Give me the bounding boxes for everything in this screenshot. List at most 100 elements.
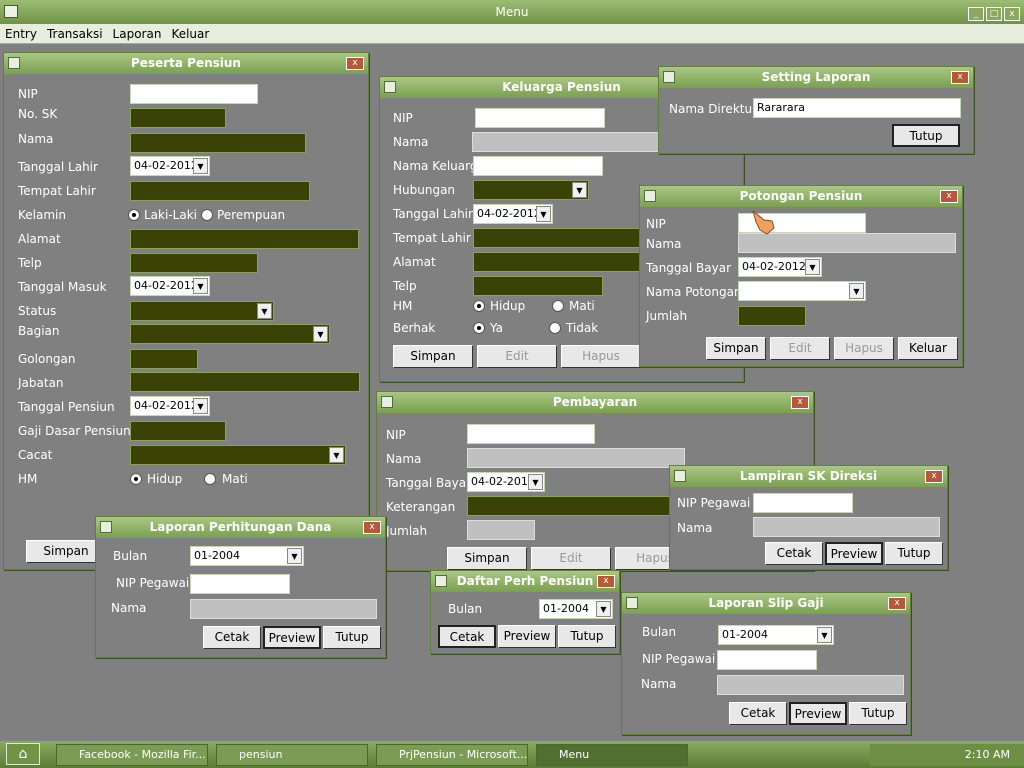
edit-button[interactable]: Edit (477, 345, 557, 368)
bulan-select[interactable]: 01-2004 ▼ (718, 625, 834, 645)
radio-ya[interactable] (473, 322, 485, 334)
chevron-down-icon[interactable]: ▼ (193, 278, 208, 294)
chevron-down-icon[interactable]: ▼ (817, 627, 832, 643)
tanggal-lahir-picker[interactable]: 04-02-2012 ▼ (130, 156, 210, 176)
tutup-button[interactable]: Tutup (885, 542, 943, 565)
chevron-down-icon[interactable]: ▼ (287, 548, 302, 564)
taskbar-item-pensiun[interactable]: pensiun (216, 744, 368, 766)
close-icon[interactable]: x (925, 470, 943, 483)
bagian-select[interactable]: ▼ (130, 324, 330, 344)
tempat-lahir-field[interactable] (130, 181, 310, 201)
chevron-down-icon[interactable]: ▼ (528, 474, 543, 490)
chevron-down-icon[interactable]: ▼ (849, 283, 864, 299)
alamat-field[interactable] (473, 252, 643, 272)
chevron-down-icon[interactable]: ▼ (313, 326, 328, 342)
golongan-field[interactable] (130, 349, 198, 369)
close-icon[interactable]: x (940, 190, 958, 203)
chevron-down-icon[interactable]: ▼ (536, 206, 551, 222)
no-sk-field[interactable] (130, 108, 226, 128)
radio-perempuan[interactable] (201, 209, 213, 221)
close-icon[interactable]: x (791, 396, 809, 409)
nip-pegawai-field[interactable] (753, 493, 853, 513)
telp-field[interactable] (473, 276, 603, 296)
close-icon[interactable]: x (951, 71, 969, 84)
simpan-button[interactable]: Simpan (706, 337, 766, 360)
radio-mati[interactable] (552, 300, 564, 312)
chevron-down-icon[interactable]: ▼ (193, 398, 208, 414)
menu-laporan[interactable]: Laporan (108, 24, 167, 44)
close-icon[interactable]: x (888, 597, 906, 610)
hapus-button[interactable]: Hapus (561, 345, 641, 368)
jabatan-field[interactable] (130, 372, 360, 392)
tutup-button[interactable]: Tutup (849, 702, 907, 725)
simpan-button[interactable]: Simpan (447, 547, 527, 570)
alamat-field[interactable] (130, 229, 359, 249)
close-icon[interactable]: x (363, 521, 381, 534)
close-icon[interactable]: x (597, 575, 615, 588)
close-icon[interactable]: x (1004, 7, 1020, 21)
maximize-icon[interactable]: □ (986, 7, 1002, 21)
tempat-lahir-field[interactable] (473, 228, 643, 248)
chevron-down-icon[interactable]: ▼ (329, 447, 344, 463)
simpan-button[interactable]: Simpan (393, 345, 473, 368)
tanggal-bayar-picker[interactable]: 04-02-2012 ▼ (467, 472, 545, 492)
nama-field[interactable] (130, 133, 306, 153)
tutup-button[interactable]: Tutup (892, 124, 960, 147)
keluar-button[interactable]: Keluar (898, 337, 958, 360)
status-select[interactable]: ▼ (130, 301, 274, 321)
cetak-button[interactable]: Cetak (203, 626, 261, 649)
keterangan-field[interactable] (467, 496, 677, 516)
preview-button[interactable]: Preview (789, 702, 847, 725)
cacat-select[interactable]: ▼ (130, 445, 346, 465)
nip-field[interactable] (467, 424, 595, 444)
tanggal-masuk-picker[interactable]: 04-02-2012 ▼ (130, 276, 210, 296)
preview-button[interactable]: Preview (263, 626, 321, 649)
radio-hidup[interactable] (130, 473, 142, 485)
hapus-button[interactable]: Hapus (834, 337, 894, 360)
edit-button[interactable]: Edit (770, 337, 830, 360)
nama-potongan-select[interactable]: ▼ (738, 281, 866, 301)
cetak-button[interactable]: Cetak (729, 702, 787, 725)
nip-field[interactable] (475, 108, 605, 128)
tanggal-pensiun-picker[interactable]: 04-02-2012 ▼ (130, 396, 210, 416)
menu-keluar[interactable]: Keluar (166, 24, 214, 44)
gaji-dasar-field[interactable] (130, 421, 226, 441)
radio-mati[interactable] (204, 473, 216, 485)
menu-transaksi[interactable]: Transaksi (42, 24, 108, 44)
nip-pegawai-field[interactable] (717, 650, 817, 670)
tanggal-lahir-picker[interactable]: 04-02-2012 ▼ (473, 204, 553, 224)
simpan-button[interactable]: Simpan (26, 540, 106, 563)
chevron-down-icon[interactable]: ▼ (193, 158, 208, 174)
tanggal-bayar-picker[interactable]: 04-02-2012 ▼ (738, 257, 822, 277)
jumlah-field[interactable] (738, 306, 806, 326)
nip-pegawai-field[interactable] (190, 574, 290, 594)
chevron-down-icon[interactable]: ▼ (805, 259, 820, 275)
bulan-select[interactable]: 01-2004 ▼ (190, 546, 304, 566)
close-icon[interactable]: x (346, 57, 364, 70)
radio-tidak[interactable] (549, 322, 561, 334)
taskbar-item-facebook[interactable]: Facebook - Mozilla Fir... (56, 744, 208, 766)
nip-field[interactable] (130, 84, 258, 104)
radio-hidup[interactable] (473, 300, 485, 312)
clock[interactable]: 2:10 AM (965, 748, 1010, 761)
tutup-button[interactable]: Tutup (323, 626, 381, 649)
cetak-button[interactable]: Cetak (765, 542, 823, 565)
tutup-button[interactable]: Tutup (558, 625, 616, 648)
chevron-down-icon[interactable]: ▼ (257, 303, 272, 319)
bulan-select[interactable]: 01-2004 ▼ (539, 599, 613, 619)
preview-button[interactable]: Preview (825, 542, 883, 565)
chevron-down-icon[interactable]: ▼ (596, 601, 611, 617)
menu-entry[interactable]: Entry (0, 24, 42, 44)
telp-field[interactable] (130, 253, 258, 273)
preview-button[interactable]: Preview (498, 625, 556, 648)
home-icon[interactable]: ⌂ (6, 743, 40, 765)
nama-direktur-field[interactable]: Rararara (753, 98, 961, 118)
edit-button[interactable]: Edit (531, 547, 611, 570)
chevron-down-icon[interactable]: ▼ (572, 182, 587, 198)
hubungan-select[interactable]: ▼ (473, 180, 589, 200)
minimize-icon[interactable]: _ (968, 7, 984, 21)
taskbar-item-prjpensiun[interactable]: PrjPensiun - Microsoft... (376, 744, 528, 766)
nama-keluarga-field[interactable] (473, 156, 603, 176)
radio-laki-laki[interactable] (128, 209, 140, 221)
taskbar-item-menu[interactable]: Menu (536, 744, 688, 766)
